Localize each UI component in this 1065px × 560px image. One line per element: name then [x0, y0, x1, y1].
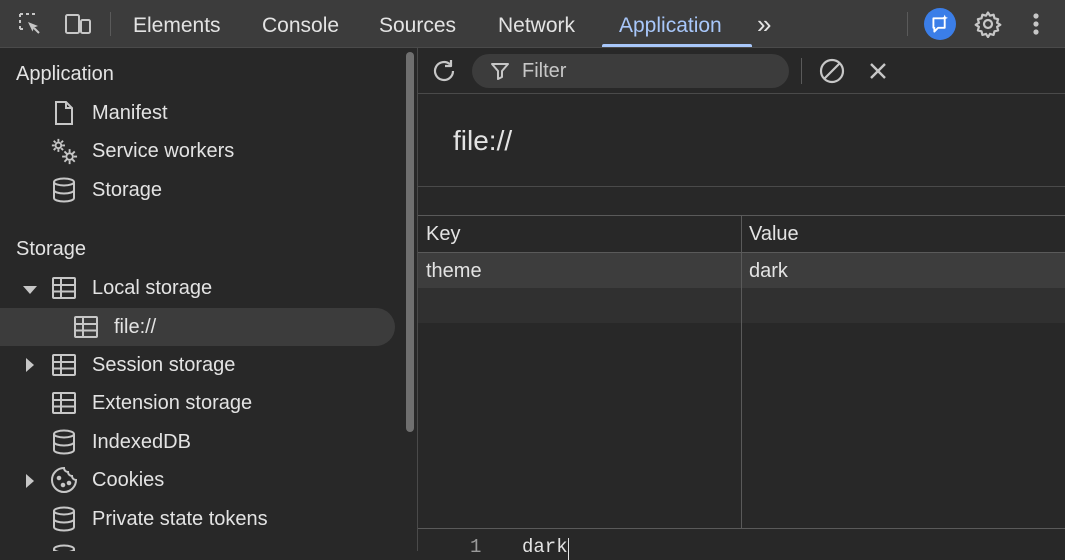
value-preview-pane	[418, 529, 1065, 551]
expand-arrow-expanded-icon[interactable]	[23, 286, 37, 294]
sidebar-item-manifest[interactable]: Manifest	[50, 94, 168, 132]
database-icon	[50, 543, 78, 551]
document-icon	[50, 99, 78, 127]
sidebar-item-service-workers[interactable]: Service workers	[50, 132, 234, 170]
settings-gear-icon[interactable]	[972, 8, 1004, 40]
application-sidebar: Application Manifest Service workers Sto…	[0, 48, 404, 551]
sidebar-item-label: Cookies	[92, 468, 165, 491]
more-options-icon[interactable]	[1020, 8, 1052, 40]
sidebar-item-partial	[50, 538, 92, 551]
column-header-value[interactable]: Value	[749, 223, 799, 246]
sidebar-item-label: Local storage	[92, 276, 213, 299]
sidebar-item-storage[interactable]: Storage	[50, 171, 162, 209]
active-tab-indicator	[602, 44, 752, 47]
tab-sources[interactable]: Sources	[379, 0, 456, 48]
table-icon	[50, 389, 78, 417]
sidebar-item-private-state-tokens[interactable]: Private state tokens	[50, 500, 268, 538]
table-icon	[50, 274, 78, 302]
sidebar-item-label: file://	[114, 315, 157, 338]
clear-all-icon[interactable]	[818, 57, 846, 85]
sidebar-item-local-storage[interactable]: Local storage	[50, 269, 212, 307]
tab-application[interactable]: Application	[619, 0, 722, 48]
cookie-icon	[50, 466, 78, 494]
sidebar-item-extension-storage[interactable]: Extension storage	[50, 384, 252, 422]
tab-elements[interactable]: Elements	[133, 0, 221, 48]
ai-assistance-icon[interactable]	[924, 8, 956, 40]
divider	[418, 186, 1065, 187]
preview-line-number: 1	[470, 536, 482, 558]
storage-toolbar	[418, 48, 1065, 94]
section-title-storage: Storage	[16, 238, 87, 260]
sidebar-item-label: Manifest	[92, 101, 168, 124]
toolbar-divider	[907, 12, 908, 36]
database-icon	[50, 176, 78, 204]
sidebar-item-file-origin[interactable]: file://	[72, 308, 156, 346]
toolbar-divider	[110, 12, 111, 36]
sidebar-item-label: Session storage	[92, 353, 236, 376]
database-icon	[50, 505, 78, 533]
more-tabs-button[interactable]: »	[757, 0, 771, 48]
table-cell-value[interactable]: dark	[749, 260, 788, 283]
devtools-toolbar: Elements Console Sources Network Applica…	[0, 0, 1065, 48]
sidebar-item-label: Service workers	[92, 139, 235, 162]
sidebar-item-label: Storage	[92, 178, 163, 201]
sidebar-item-label: Private state tokens	[92, 507, 268, 530]
tab-console[interactable]: Console	[262, 0, 339, 48]
storage-view-panel: file:// Key Value theme dark 1 dark	[418, 48, 1065, 560]
column-header-key[interactable]: Key	[426, 223, 460, 246]
text-caret	[568, 538, 569, 560]
sidebar-item-session-storage[interactable]: Session storage	[50, 346, 235, 384]
table-icon	[72, 313, 100, 341]
filter-funnel-icon	[490, 61, 510, 81]
table-cell-key[interactable]: theme	[426, 260, 482, 283]
table-icon	[50, 351, 78, 379]
section-title-application: Application	[16, 63, 114, 85]
sidebar-item-label: Extension storage	[92, 391, 253, 414]
column-divider[interactable]	[741, 215, 742, 529]
sidebar-item-indexeddb[interactable]: IndexedDB	[50, 423, 191, 461]
database-icon	[50, 428, 78, 456]
filter-input[interactable]	[520, 58, 764, 84]
preview-text[interactable]: dark	[522, 536, 568, 558]
gears-icon	[50, 137, 78, 165]
selected-row-highlight	[0, 308, 395, 346]
delete-selected-icon[interactable]	[866, 59, 890, 83]
expand-arrow-collapsed-icon[interactable]	[26, 358, 34, 372]
toolbar-divider	[801, 58, 802, 84]
sidebar-scrollbar-thumb[interactable]	[406, 52, 414, 432]
refresh-icon[interactable]	[430, 57, 458, 85]
device-toolbar-icon[interactable]	[62, 8, 94, 40]
origin-title: file://	[453, 125, 513, 156]
inspect-element-icon[interactable]	[14, 8, 46, 40]
tab-network[interactable]: Network	[498, 0, 575, 48]
filter-box[interactable]	[472, 54, 789, 88]
sidebar-item-cookies[interactable]: Cookies	[50, 461, 164, 499]
sidebar-item-label: IndexedDB	[92, 430, 191, 453]
expand-arrow-collapsed-icon[interactable]	[26, 474, 34, 488]
